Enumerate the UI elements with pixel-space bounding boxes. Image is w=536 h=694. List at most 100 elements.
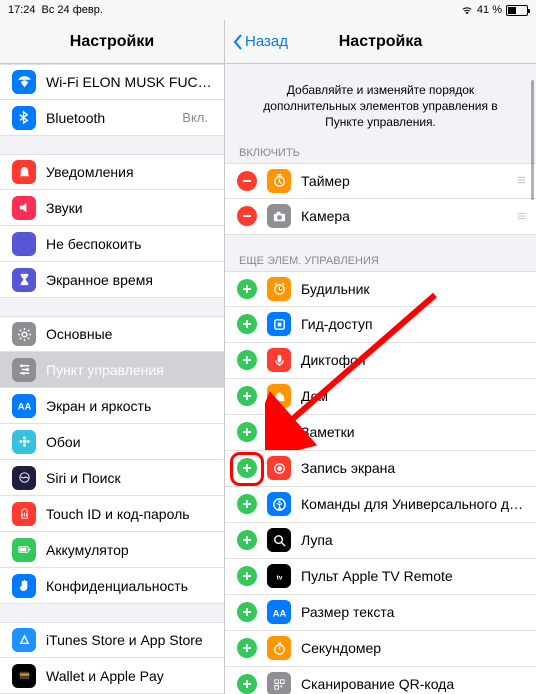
flower-icon [12, 430, 36, 454]
right-header: Назад Настройка [225, 20, 536, 64]
loupe-icon [267, 528, 291, 552]
row-label: Пульт Apple TV Remote [301, 568, 524, 584]
access-icon [267, 312, 291, 336]
reorder-handle[interactable]: ≡ [517, 172, 524, 189]
settings-row[interactable]: Основные [0, 316, 224, 352]
settings-row[interactable]: Touch ID и код-пароль [0, 496, 224, 532]
timer-icon [267, 169, 291, 193]
more-row[interactable]: Заметки [225, 415, 536, 451]
settings-row[interactable]: Не беспокоить [0, 226, 224, 262]
row-label: Wallet и Apple Pay [46, 668, 212, 684]
add-button[interactable] [237, 602, 257, 622]
back-button[interactable]: Назад [233, 33, 288, 50]
left-header: Настройки [0, 20, 224, 64]
left-title: Настройки [70, 33, 154, 51]
record-icon [267, 456, 291, 480]
settings-row[interactable]: Звуки [0, 190, 224, 226]
settings-row[interactable]: Аккумулятор [0, 532, 224, 568]
scrollbar[interactable] [531, 80, 534, 200]
remove-button[interactable] [237, 171, 257, 191]
included-row[interactable]: Таймер ≡ [225, 163, 536, 199]
settings-row[interactable]: Wi-Fi ELON MUSK FUCKS SP… [0, 64, 224, 100]
row-label: Камера [301, 208, 507, 224]
row-label: Siri и Поиск [46, 470, 212, 486]
settings-row[interactable]: Экранное время [0, 262, 224, 298]
more-row[interactable]: Гид-доступ [225, 307, 536, 343]
more-row[interactable]: tv Пульт Apple TV Remote [225, 559, 536, 595]
more-row[interactable]: Запись экрана [225, 451, 536, 487]
add-button[interactable] [237, 386, 257, 406]
row-label: Будильник [301, 281, 524, 297]
wallet-icon [12, 664, 36, 688]
add-button[interactable] [237, 638, 257, 658]
settings-row[interactable]: Конфиденциальность [0, 568, 224, 604]
right-title: Настройка [339, 33, 422, 51]
included-section-header: ВКЛЮЧИТЬ [225, 143, 536, 163]
row-label: Основные [46, 326, 212, 342]
add-button[interactable] [237, 314, 257, 334]
add-button[interactable] [237, 458, 257, 478]
more-row[interactable]: Диктофон [225, 343, 536, 379]
row-label: Bluetooth [46, 110, 172, 126]
settings-row[interactable]: AAЭкран и яркость [0, 388, 224, 424]
svg-text:AA: AA [272, 608, 286, 618]
add-button[interactable] [237, 494, 257, 514]
more-row[interactable]: Секундомер [225, 631, 536, 667]
row-label: Секундомер [301, 640, 524, 656]
remove-button[interactable] [237, 206, 257, 226]
status-time: 17:24 [8, 4, 36, 16]
row-label: Уведомления [46, 164, 212, 180]
bt-icon [12, 106, 36, 130]
row-label: Запись экрана [301, 460, 524, 476]
more-row[interactable]: AAРазмер текста [225, 595, 536, 631]
camera-icon [267, 204, 291, 228]
row-label: Лупа [301, 532, 524, 548]
row-label: Экранное время [46, 272, 212, 288]
settings-row[interactable]: Siri и Поиск [0, 460, 224, 496]
settings-detail-pane: Назад Настройка Добавляйте и изменяйте п… [225, 20, 536, 694]
more-row[interactable]: Дом [225, 379, 536, 415]
row-label: Сканирование QR-кода [301, 676, 524, 692]
row-label: Wi-Fi ELON MUSK FUCKS SP… [46, 74, 212, 90]
settings-row[interactable]: Пункт управления [0, 352, 224, 388]
svg-text:tv: tv [276, 574, 282, 581]
more-row[interactable]: Команды для Универсального доступа [225, 487, 536, 523]
settings-row[interactable]: iTunes Store и App Store [0, 622, 224, 658]
wifi-icon [12, 70, 36, 94]
hourglass-icon [12, 268, 36, 292]
row-label: Touch ID и код-пароль [46, 506, 212, 522]
more-row[interactable]: Будильник [225, 271, 536, 307]
more-row[interactable]: Сканирование QR-кода [225, 667, 536, 694]
add-button[interactable] [237, 566, 257, 586]
alarm-icon [267, 277, 291, 301]
settings-row[interactable]: Bluetooth Вкл. [0, 100, 224, 136]
reorder-handle[interactable]: ≡ [517, 208, 524, 225]
row-detail: Вкл. [182, 110, 208, 125]
siri-icon [12, 466, 36, 490]
row-label: Таймер [301, 173, 507, 189]
settings-row[interactable]: Уведомления [0, 154, 224, 190]
add-button[interactable] [237, 530, 257, 550]
appstore-icon [12, 628, 36, 652]
row-label: Диктофон [301, 352, 524, 368]
add-button[interactable] [237, 350, 257, 370]
description-text: Добавляйте и изменяйте порядок дополните… [225, 64, 536, 143]
add-button[interactable] [237, 422, 257, 442]
settings-row[interactable]: Обои [0, 424, 224, 460]
row-label: Аккумулятор [46, 542, 212, 558]
home-icon [267, 384, 291, 408]
row-label: Экран и яркость [46, 398, 212, 414]
add-button[interactable] [237, 674, 257, 694]
row-label: iTunes Store и App Store [46, 632, 212, 648]
mic-icon [267, 348, 291, 372]
row-label: Дом [301, 388, 524, 404]
settings-row[interactable]: Wallet и Apple Pay [0, 658, 224, 694]
more-row[interactable]: Лупа [225, 523, 536, 559]
row-label: Пункт управления [46, 362, 212, 378]
chevron-left-icon [233, 34, 243, 50]
row-label: Не беспокоить [46, 236, 212, 252]
row-label: Гид-доступ [301, 316, 524, 332]
included-row[interactable]: Камера ≡ [225, 199, 536, 235]
sound-icon [12, 196, 36, 220]
add-button[interactable] [237, 279, 257, 299]
